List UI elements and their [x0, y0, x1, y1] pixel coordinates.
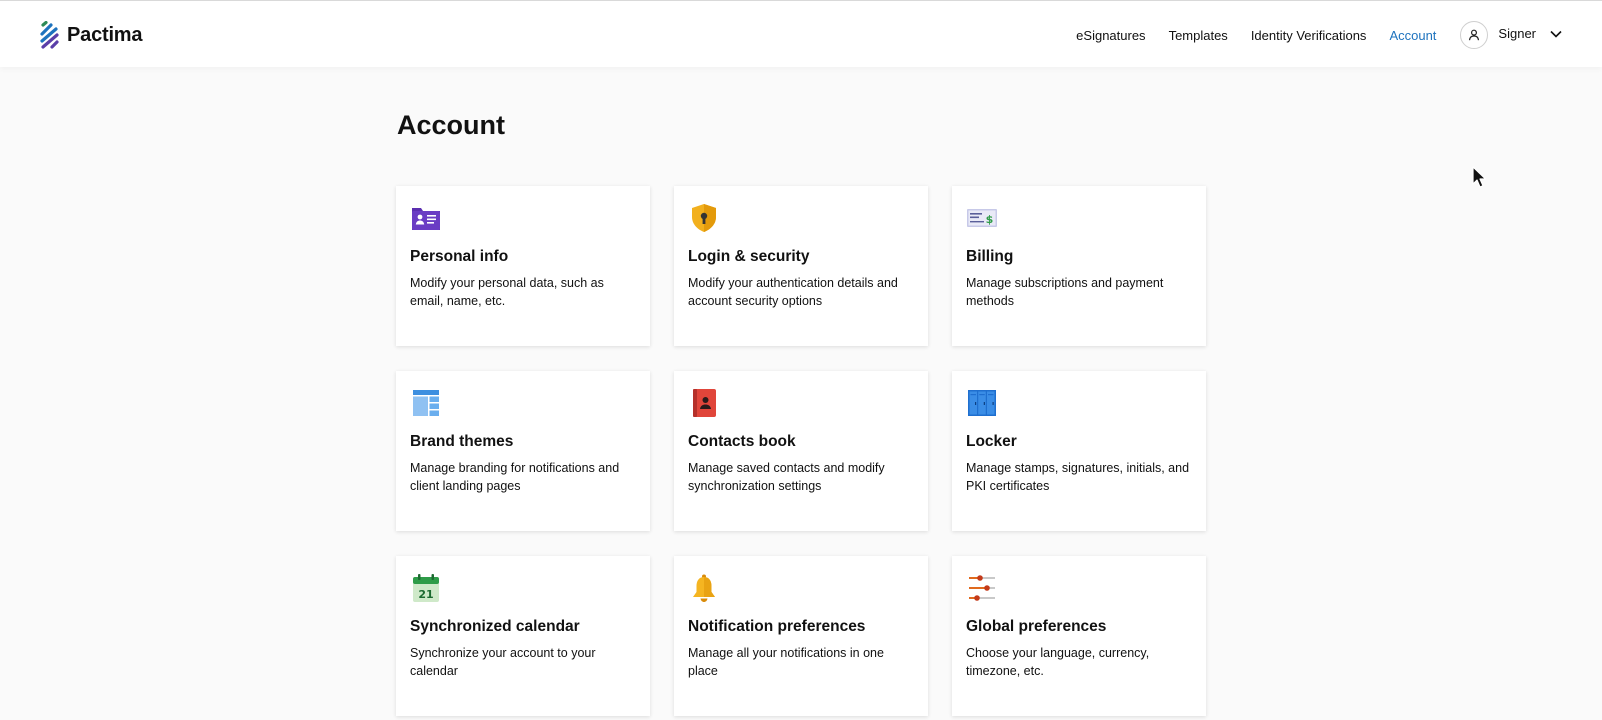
check-money-icon: $ [967, 209, 997, 227]
shield-lock-icon [692, 204, 716, 232]
card-synchronized-calendar[interactable]: 21 Synchronized calendar Synchronize you… [396, 556, 650, 716]
user-icon [1469, 29, 1480, 41]
card-login-security[interactable]: Login & security Modify your authenticat… [674, 186, 928, 346]
main-nav: eSignatures Templates Identity Verificat… [1053, 19, 1562, 51]
card-notification-preferences[interactable]: Notification preferences Manage all your… [674, 556, 928, 716]
card-brand-themes[interactable]: Brand themes Manage branding for notific… [396, 371, 650, 531]
nav-esignatures[interactable]: eSignatures [1076, 28, 1145, 43]
user-name: Signer [1498, 25, 1536, 41]
card-global-preferences[interactable]: Global preferences Choose your language,… [952, 556, 1206, 716]
account-settings-grid: Personal info Modify your personal data,… [396, 186, 1206, 716]
pactima-logo-icon [40, 21, 59, 49]
card-contacts-book[interactable]: Contacts book Manage saved contacts and … [674, 371, 928, 531]
card-title: Billing [966, 248, 1014, 265]
card-description: Choose your language, currency, timezone… [966, 646, 1150, 678]
bell-icon [693, 574, 715, 602]
id-card-icon [412, 208, 440, 230]
card-title: Login & security [688, 248, 810, 265]
card-description: Manage branding for notifications and cl… [410, 461, 620, 493]
sliders-icon [969, 575, 995, 601]
layout-icon [413, 390, 439, 416]
mouse-cursor-icon [1472, 166, 1487, 188]
card-description: Manage all your notifications in one pla… [688, 646, 884, 678]
nav-identity-verifications[interactable]: Identity Verifications [1251, 28, 1367, 43]
user-menu[interactable]: Signer [1460, 21, 1562, 49]
card-billing[interactable]: $ Billing Manage subscriptions and payme… [952, 186, 1206, 346]
card-description: Manage stamps, signatures, initials, and… [966, 461, 1190, 493]
card-title: Synchronized calendar [410, 618, 580, 635]
card-title: Notification preferences [688, 618, 866, 635]
card-description: Synchronize your account to your calenda… [410, 646, 596, 678]
nav-account[interactable]: Account [1389, 28, 1436, 43]
contacts-book-icon [693, 389, 716, 417]
brand-name: Pactima [67, 23, 143, 46]
card-title: Locker [966, 433, 1017, 450]
calendar-icon: 21 [413, 574, 439, 602]
card-description: Manage subscriptions and payment methods [966, 276, 1164, 308]
card-title: Personal info [410, 248, 509, 265]
card-title: Global preferences [966, 618, 1107, 635]
svg-text:$: $ [986, 213, 994, 226]
page-title: Account [397, 110, 505, 140]
top-navigation-bar: Pactima eSignatures Templates Identity V… [0, 0, 1602, 67]
card-description: Modify your personal data, such as email… [410, 276, 604, 308]
chevron-down-icon[interactable] [1550, 30, 1562, 38]
card-description: Manage saved contacts and modify synchro… [688, 461, 885, 493]
lockers-icon [968, 390, 996, 416]
svg-text:21: 21 [418, 588, 433, 601]
avatar[interactable] [1460, 21, 1489, 49]
card-locker[interactable]: Locker Manage stamps, signatures, initia… [952, 371, 1206, 531]
card-personal-info[interactable]: Personal info Modify your personal data,… [396, 186, 650, 346]
card-title: Brand themes [410, 433, 514, 450]
card-description: Modify your authentication details and a… [688, 276, 898, 308]
pactima-logo[interactable]: Pactima [39, 21, 143, 49]
card-title: Contacts book [688, 433, 796, 450]
nav-templates[interactable]: Templates [1169, 28, 1228, 43]
